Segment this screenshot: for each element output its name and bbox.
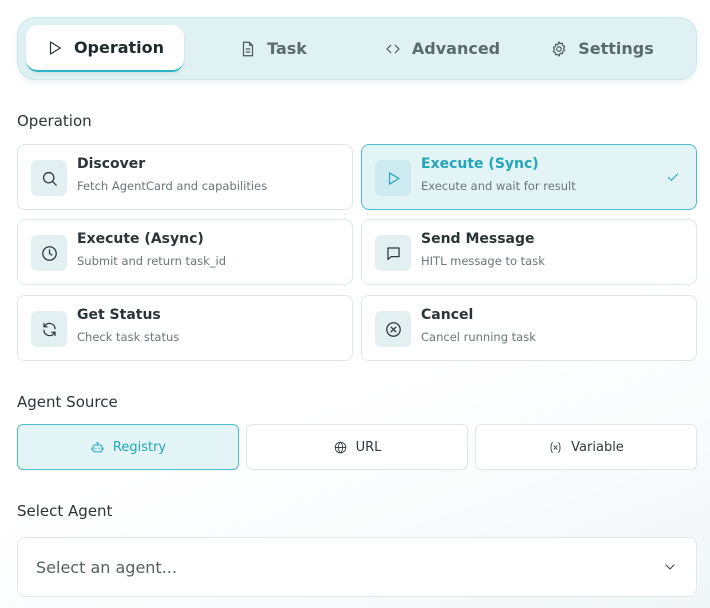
option-title: Cancel xyxy=(421,307,474,323)
agent-source-label: Variable xyxy=(571,439,624,455)
operation-option-execute-async[interactable]: Execute (Async) Submit and return task_i… xyxy=(17,219,353,285)
option-title: Execute (Sync) xyxy=(421,156,539,172)
agent-source-url-button[interactable]: URL xyxy=(246,424,468,470)
tab-label: Advanced xyxy=(411,39,501,58)
operation-option-discover[interactable]: Discover Fetch AgentCard and capabilitie… xyxy=(17,144,353,210)
chevron-down-icon xyxy=(665,564,675,570)
operation-option-cancel[interactable]: Cancel Cancel running task xyxy=(361,295,697,361)
tab-label: Operation xyxy=(73,38,165,57)
agent-source-variable-button[interactable]: Variable xyxy=(475,424,697,470)
refresh-icon xyxy=(31,311,67,347)
agent-source-label: URL xyxy=(355,439,382,455)
select-agent-section-label: Select Agent xyxy=(17,502,113,520)
tab-label: Task xyxy=(267,39,307,58)
option-description: Submit and return task_id xyxy=(77,254,227,268)
option-title: Discover xyxy=(77,156,146,172)
option-title: Execute (Async) xyxy=(77,231,204,247)
option-description: HITL message to task xyxy=(421,254,545,268)
search-icon xyxy=(31,160,67,196)
tab-label: Settings xyxy=(578,39,654,58)
clock-icon xyxy=(31,235,67,271)
option-description: Cancel running task xyxy=(421,330,536,344)
option-title: Get Status xyxy=(77,307,161,323)
document-icon xyxy=(242,41,254,56)
option-description: Execute and wait for result xyxy=(421,179,576,193)
option-description: Fetch AgentCard and capabilities xyxy=(77,179,268,193)
agent-source-label: Registry xyxy=(112,439,167,455)
variable-icon xyxy=(550,441,561,453)
agent-source-section-label: Agent Source xyxy=(17,393,118,411)
checkmark-icon xyxy=(665,169,681,185)
cancel-circle-icon xyxy=(375,311,411,347)
play-icon xyxy=(49,40,61,55)
option-title: Send Message xyxy=(421,231,535,247)
operation-option-get-status[interactable]: Get Status Check task status xyxy=(17,295,353,361)
agent-select-placeholder: Select an agent... xyxy=(36,557,177,577)
operation-section-label: Operation xyxy=(17,112,92,130)
agent-source-registry-button[interactable]: Registry xyxy=(17,424,239,470)
agent-select-dropdown[interactable]: Select an agent... xyxy=(17,537,697,597)
message-icon xyxy=(375,235,411,271)
tab-task[interactable]: Task xyxy=(184,25,362,72)
bot-icon xyxy=(91,441,104,452)
globe-icon xyxy=(334,441,346,453)
tab-bar: Operation Task Advanced Settings xyxy=(17,17,697,80)
code-icon xyxy=(386,44,400,53)
gear-icon xyxy=(553,40,566,57)
option-description: Check task status xyxy=(77,330,180,344)
tab-settings[interactable]: Settings xyxy=(522,25,682,72)
operation-option-send-message[interactable]: Send Message HITL message to task xyxy=(361,219,697,285)
play-icon xyxy=(375,160,411,196)
operation-option-execute-sync[interactable]: Execute (Sync) Execute and wait for resu… xyxy=(361,144,697,210)
tab-operation[interactable]: Operation xyxy=(26,25,184,72)
tab-advanced[interactable]: Advanced xyxy=(362,25,522,72)
